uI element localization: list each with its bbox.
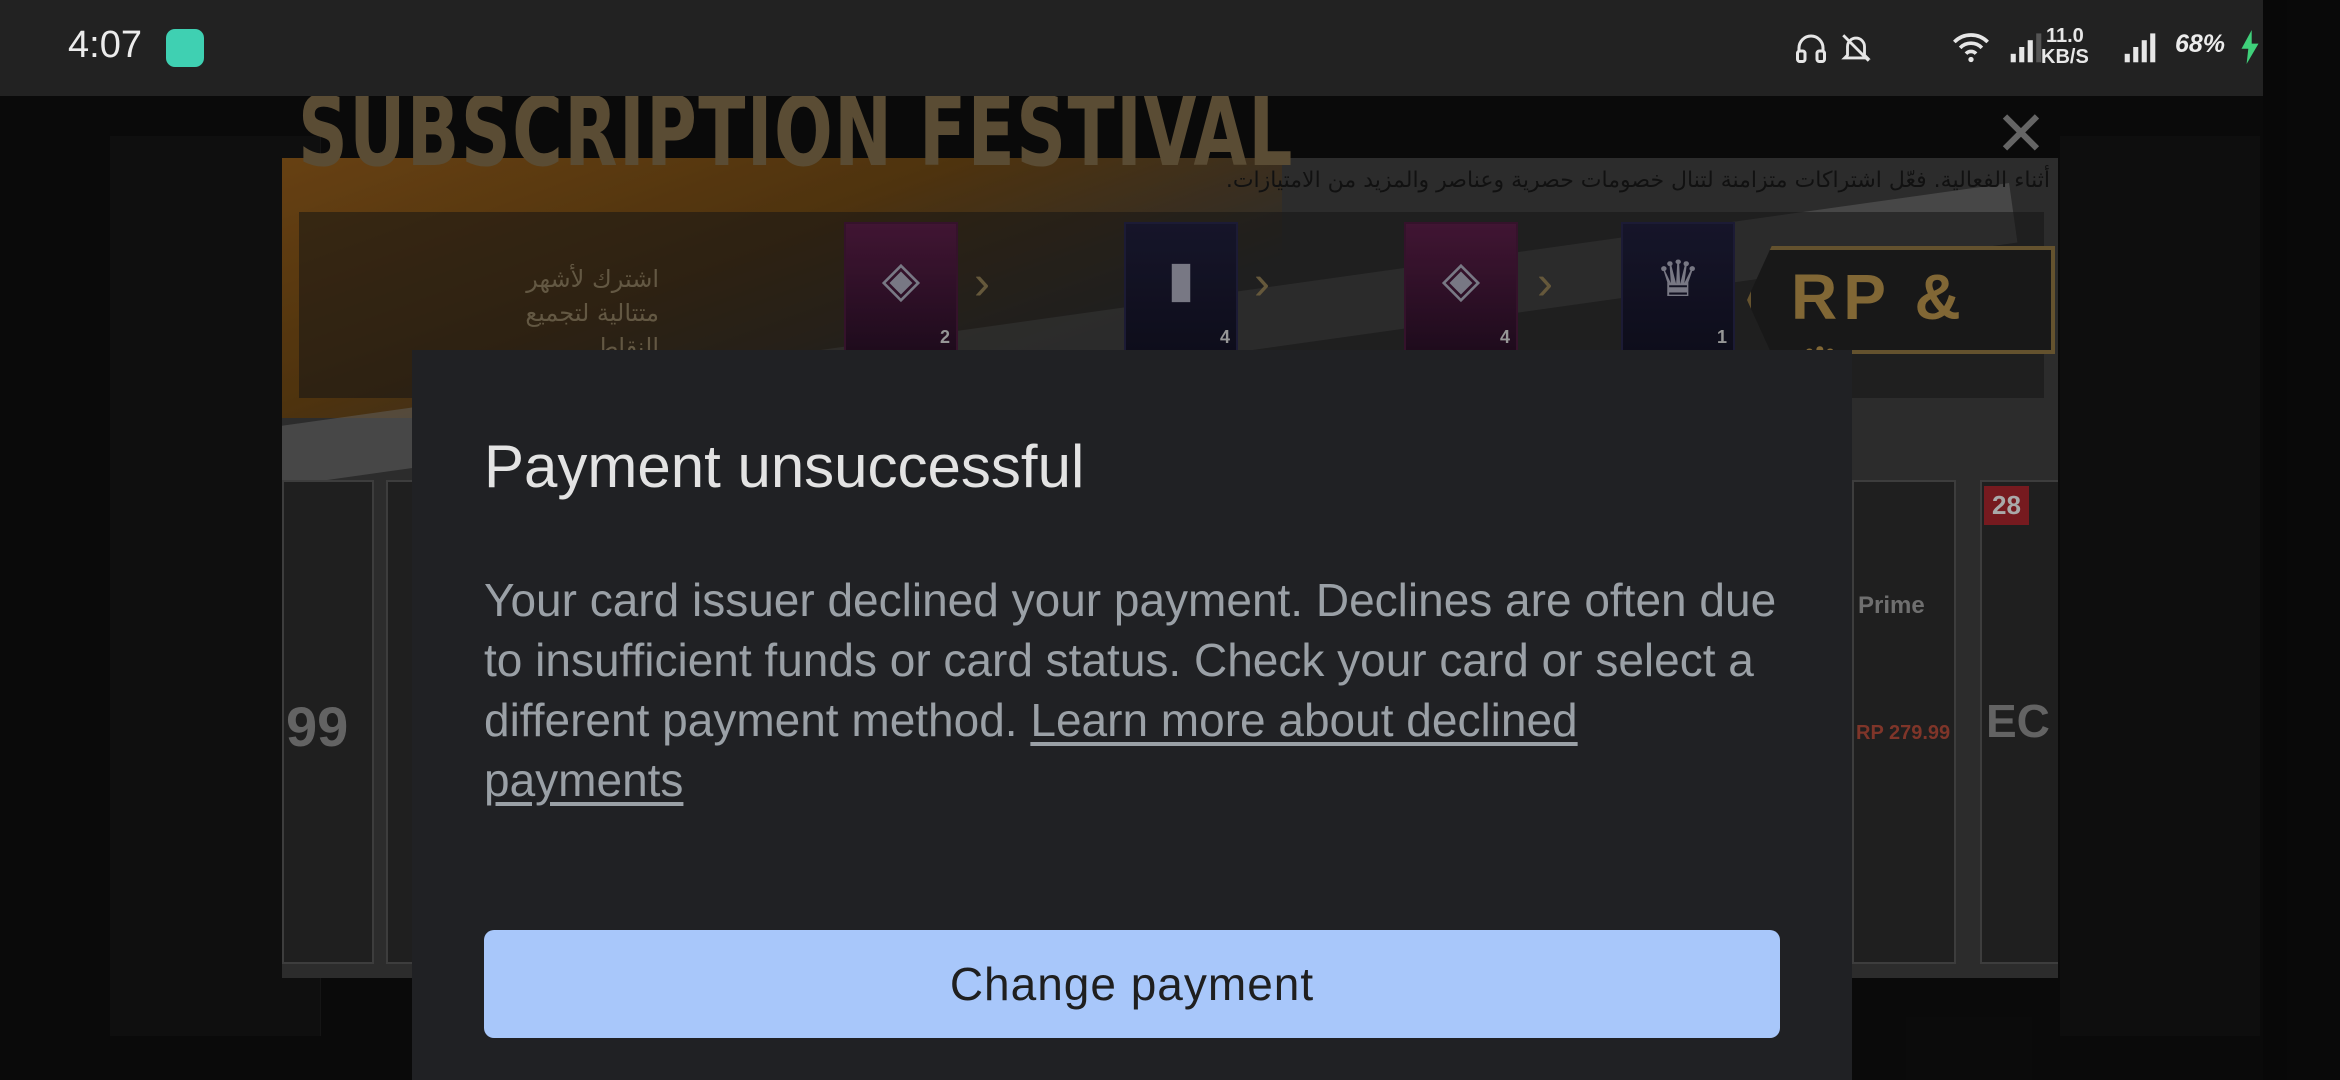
headset-icon [1796, 34, 1826, 63]
network-speed-unit: KB/S [2041, 46, 2089, 68]
notification-app-icon [166, 29, 204, 67]
status-icons: 11.0 KB/S 68% [1663, 0, 2263, 96]
charging-icon [2241, 30, 2259, 64]
wifi-icon [1953, 33, 1989, 63]
payment-error-dialog: Payment unsuccessful Your card issuer de… [412, 350, 1852, 1080]
signal-icon [2124, 33, 2156, 63]
status-time: 4:07 [68, 24, 142, 66]
bell-off-icon [1841, 34, 1871, 62]
change-payment-button[interactable]: Change payment [484, 930, 1780, 1038]
status-bar: 4:07 11.0 KB/S 68% [0, 0, 2263, 96]
dialog-title: Payment unsuccessful [484, 433, 1085, 500]
signal-icon [2010, 33, 2042, 63]
network-speed-value: 11.0 [2045, 25, 2084, 47]
battery-level: 68% [2175, 30, 2226, 58]
dialog-message: Your card issuer declined your payment. … [484, 570, 1784, 810]
network-speed: 11.0 KB/S [2041, 26, 2089, 68]
